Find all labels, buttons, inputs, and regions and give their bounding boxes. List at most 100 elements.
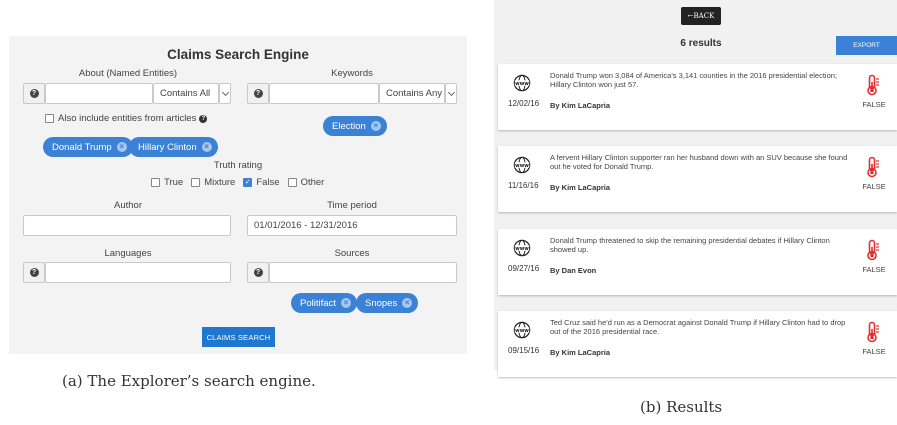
- svg-text:www: www: [515, 163, 529, 169]
- about-help-button[interactable]: ?: [23, 83, 45, 104]
- about-mode-select[interactable]: Contains All: [153, 83, 219, 104]
- result-date: 12/02/16: [508, 99, 540, 108]
- export-button[interactable]: EXPORT: [836, 36, 897, 55]
- languages-help-button[interactable]: ?: [23, 262, 45, 283]
- thermometer-icon: [867, 239, 879, 261]
- checkbox-checked[interactable]: ✓: [243, 178, 253, 187]
- keywords-input[interactable]: [269, 83, 379, 104]
- about-mode-dropdown[interactable]: [219, 83, 231, 104]
- check-icon: ✓: [244, 179, 251, 186]
- result-claim-text[interactable]: Donald Trump won 3,084 of America's 3,14…: [550, 71, 850, 89]
- result-claim-text[interactable]: Donald Trump threatened to skip the rema…: [550, 236, 850, 254]
- chip-label: Donald Trump: [52, 141, 112, 153]
- languages-input[interactable]: [45, 262, 231, 283]
- sources-input[interactable]: [269, 262, 457, 283]
- remove-chip-icon[interactable]: ×: [340, 298, 351, 308]
- info-icon[interactable]: ?: [199, 114, 208, 123]
- option-label: False: [256, 177, 280, 188]
- globe-www-icon: www: [513, 321, 531, 339]
- result-author: By Kim LaCapria: [550, 101, 611, 110]
- search-panel: Claims Search Engine About (Named Entiti…: [9, 36, 467, 354]
- result-card[interactable]: www 09/27/16 Donald Trump threatened to …: [498, 229, 897, 295]
- thermometer-icon: [867, 321, 879, 343]
- result-card[interactable]: www 12/02/16 Donald Trump won 3,084 of A…: [498, 64, 897, 130]
- keyword-chip[interactable]: Election ×: [323, 116, 387, 136]
- truth-option-mixture[interactable]: Mixture: [191, 177, 235, 188]
- about-input[interactable]: [45, 83, 153, 104]
- chip-label: Hillary Clinton: [138, 141, 197, 153]
- result-date: 09/15/16: [508, 346, 540, 355]
- back-label: BACK: [693, 12, 715, 20]
- include-articles-checkbox[interactable]: [45, 114, 54, 123]
- remove-chip-icon[interactable]: ×: [201, 142, 212, 152]
- author-input[interactable]: [23, 215, 231, 236]
- checkbox[interactable]: [191, 178, 201, 187]
- svg-text:www: www: [515, 81, 529, 87]
- question-icon: ?: [253, 89, 263, 98]
- result-date: 11/16/16: [508, 181, 539, 190]
- time-period-label: Time period: [327, 200, 377, 211]
- entity-chip[interactable]: Donald Trump ×: [43, 137, 133, 157]
- keywords-mode-dropdown[interactable]: [445, 83, 457, 104]
- checkbox[interactable]: [287, 178, 297, 187]
- source-chip[interactable]: Snopes ×: [356, 293, 419, 313]
- search-title: Claims Search Engine: [167, 47, 309, 62]
- chevron-down-icon: [221, 88, 229, 96]
- thermometer-icon: [867, 74, 879, 96]
- back-button[interactable]: ← BACK: [681, 7, 721, 25]
- result-author: By Kim LaCapria: [550, 183, 611, 192]
- result-author: By Kim LaCapria: [550, 348, 611, 357]
- truth-rating-label: Truth rating: [213, 160, 263, 171]
- chevron-down-icon: [447, 88, 455, 96]
- author-label: Author: [114, 200, 142, 211]
- entity-chip[interactable]: Hillary Clinton ×: [129, 137, 218, 157]
- question-icon: ?: [29, 268, 39, 277]
- globe-www-icon: www: [513, 239, 531, 257]
- include-articles-option[interactable]: Also include entities from articles ?: [45, 113, 208, 124]
- time-period-input[interactable]: 01/01/2016 - 12/31/2016: [247, 215, 457, 236]
- thermometer-icon: [867, 156, 879, 178]
- result-author: By Dan Evon: [550, 266, 597, 275]
- truth-option-true[interactable]: True: [151, 177, 183, 188]
- result-date: 09/27/16: [508, 264, 540, 273]
- sources-label: Sources: [334, 248, 370, 259]
- time-period-value: 01/01/2016 - 12/31/2016: [254, 220, 358, 231]
- svg-text:www: www: [515, 328, 529, 334]
- svg-text:www: www: [515, 246, 529, 252]
- option-label: True: [164, 177, 184, 188]
- truth-rating-options: True Mixture ✓ False Other: [151, 177, 332, 188]
- keywords-mode-select[interactable]: Contains Any: [379, 83, 445, 104]
- chip-label: Election: [332, 120, 366, 132]
- keywords-label: Keywords: [331, 68, 373, 79]
- chip-label: Snopes: [365, 297, 398, 309]
- result-rating: FALSE: [862, 265, 886, 274]
- languages-label: Languages: [104, 248, 152, 259]
- claims-search-button[interactable]: CLAIMS SEARCH: [202, 327, 275, 347]
- option-label: Mixture: [204, 177, 236, 188]
- source-chip[interactable]: Politifact ×: [291, 293, 357, 313]
- question-icon: ?: [253, 268, 263, 277]
- remove-chip-icon[interactable]: ×: [116, 142, 127, 152]
- result-rating: FALSE: [862, 100, 886, 109]
- remove-chip-icon[interactable]: ×: [402, 298, 413, 308]
- results-count: 6 results: [680, 38, 722, 49]
- results-panel: ← BACK 6 results EXPORT www 12/02/16 Don…: [494, 0, 897, 377]
- keywords-help-button[interactable]: ?: [247, 83, 269, 104]
- caption-b: (b) Results: [640, 398, 723, 416]
- option-label: Other: [300, 177, 325, 188]
- result-claim-text[interactable]: A fervent Hillary Clinton supporter ran …: [550, 153, 850, 171]
- result-card[interactable]: www 09/15/16 Ted Cruz said he'd run as a…: [498, 311, 897, 377]
- include-articles-label: Also include entities from articles: [58, 113, 197, 124]
- about-label: About (Named Entities): [78, 68, 178, 79]
- caption-a: (a) The Explorer’s search engine.: [62, 372, 316, 390]
- question-icon: ?: [29, 89, 39, 98]
- result-claim-text[interactable]: Ted Cruz said he'd run as a Democrat aga…: [550, 318, 850, 336]
- truth-option-false[interactable]: ✓ False: [243, 177, 280, 188]
- globe-www-icon: www: [513, 156, 531, 174]
- result-card[interactable]: www 11/16/16 A fervent Hillary Clinton s…: [498, 146, 897, 212]
- chip-label: Politifact: [300, 297, 336, 309]
- sources-help-button[interactable]: ?: [247, 262, 269, 283]
- truth-option-other[interactable]: Other: [287, 177, 325, 188]
- remove-chip-icon[interactable]: ×: [370, 121, 381, 131]
- checkbox[interactable]: [151, 178, 160, 187]
